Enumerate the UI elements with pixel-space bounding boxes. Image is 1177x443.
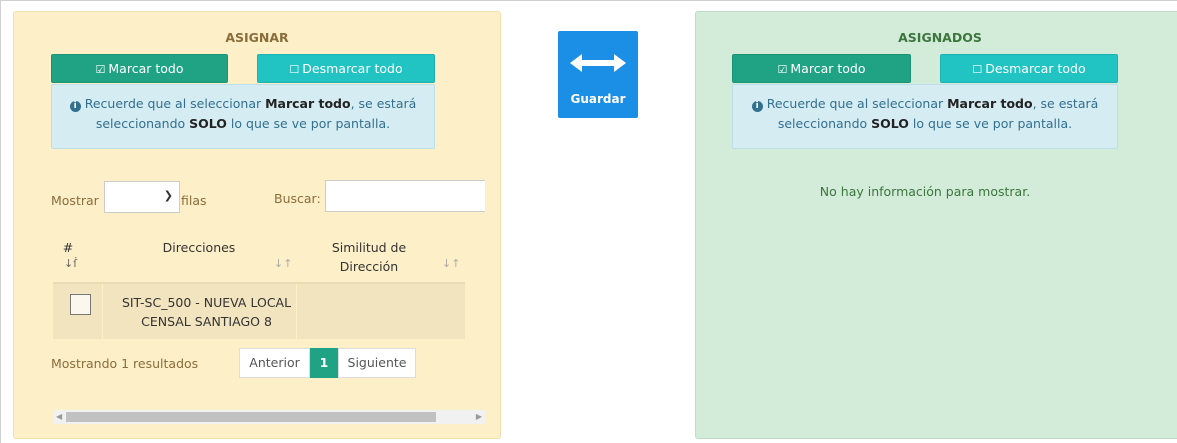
assign-panel: ASIGNAR ☑ Marcar todo ☐ Desmarcar todo i Re… — [13, 11, 501, 439]
assigned-panel-title: ASIGNADOS — [898, 30, 982, 45]
horizontal-scrollbar[interactable]: ◀ ▶ — [53, 410, 485, 424]
chevron-down-icon: ❯ — [163, 189, 173, 202]
assigned-info-text-3: lo que se ve por pantalla. — [908, 116, 1073, 131]
empty-square-icon: ☐ — [289, 63, 300, 76]
assign-mark-all-label: Marcar todo — [108, 61, 184, 76]
assign-mark-all-button[interactable]: ☑ Marcar todo — [51, 54, 228, 83]
empty-state-message: No hay información para mostrar. — [819, 184, 1031, 199]
page-size-select[interactable]: ❯ — [104, 181, 180, 213]
show-label: Mostrar — [51, 193, 99, 208]
assign-panel-title: ASIGNAR — [225, 30, 289, 45]
frame-top-border — [0, 0, 1177, 1]
pagination-previous[interactable]: Anterior — [239, 348, 310, 378]
assigned-unmark-all-label: Desmarcar todo — [985, 61, 1086, 76]
sort-icon[interactable]: ↓↑ — [442, 257, 460, 270]
rows-label: filas — [181, 193, 207, 208]
checked-square-icon: ☑ — [777, 63, 788, 76]
checked-square-icon: ☑ — [95, 63, 106, 76]
assigned-info-bold-1: Marcar todo — [947, 96, 1033, 111]
column-header-similarity[interactable]: Similitud de Dirección — [322, 238, 416, 276]
assign-info-bold-1: Marcar todo — [265, 96, 351, 111]
assign-info-text-1: Recuerde que al seleccionar — [84, 96, 266, 111]
frame-left-border — [0, 0, 1, 443]
assign-info-text-3: lo que se ve por pantalla. — [226, 116, 391, 131]
assign-unmark-all-button[interactable]: ☐ Desmarcar todo — [257, 54, 435, 83]
cell-divider — [102, 284, 103, 339]
assigned-info-alert: i Recuerde que al seleccionar Marcar todo… — [732, 84, 1118, 149]
pagination-next[interactable]: Siguiente — [338, 348, 416, 378]
info-icon: i — [751, 101, 763, 112]
column-header-addresses[interactable]: Direcciones — [129, 238, 269, 257]
pagination-page-1[interactable]: 1 — [310, 348, 338, 378]
row-address: SIT-SC_500 - NUEVA LOCAL CENSAL SANTIAGO… — [121, 295, 292, 329]
results-count: Mostrando 1 resultados — [51, 356, 199, 371]
sort-icon[interactable]: ↓↑ — [274, 257, 292, 270]
column-header-index[interactable]: # — [58, 238, 78, 257]
assigned-info-text-1: Recuerde que al seleccionar — [766, 96, 948, 111]
sort-asc-icon[interactable]: ↓ẛ — [64, 257, 77, 270]
assigned-mark-all-label: Marcar todo — [790, 61, 866, 76]
assign-info-alert: i Recuerde que al seleccionar Marcar todo… — [51, 84, 435, 149]
left-right-arrow-icon — [570, 54, 626, 72]
info-icon: i — [69, 101, 81, 112]
save-button[interactable]: Guardar — [558, 31, 638, 118]
search-label: Buscar: — [274, 191, 321, 206]
scroll-left-icon[interactable]: ◀ — [56, 410, 62, 424]
assign-unmark-all-label: Desmarcar todo — [302, 61, 403, 76]
assigned-unmark-all-button[interactable]: ☐ Desmarcar todo — [940, 54, 1118, 83]
search-input[interactable] — [325, 180, 485, 212]
scroll-right-icon[interactable]: ▶ — [476, 410, 482, 424]
save-button-label: Guardar — [570, 92, 626, 106]
assigned-info-bold-2: SOLO — [871, 116, 909, 131]
assign-info-bold-2: SOLO — [189, 116, 227, 131]
empty-square-icon: ☐ — [972, 63, 983, 76]
assigned-mark-all-button[interactable]: ☑ Marcar todo — [732, 54, 911, 83]
assigned-panel: ASIGNADOS ☑ Marcar todo ☐ Desmarcar todo i… — [695, 11, 1177, 439]
scrollbar-thumb[interactable] — [66, 412, 436, 422]
row-checkbox[interactable] — [70, 294, 91, 315]
